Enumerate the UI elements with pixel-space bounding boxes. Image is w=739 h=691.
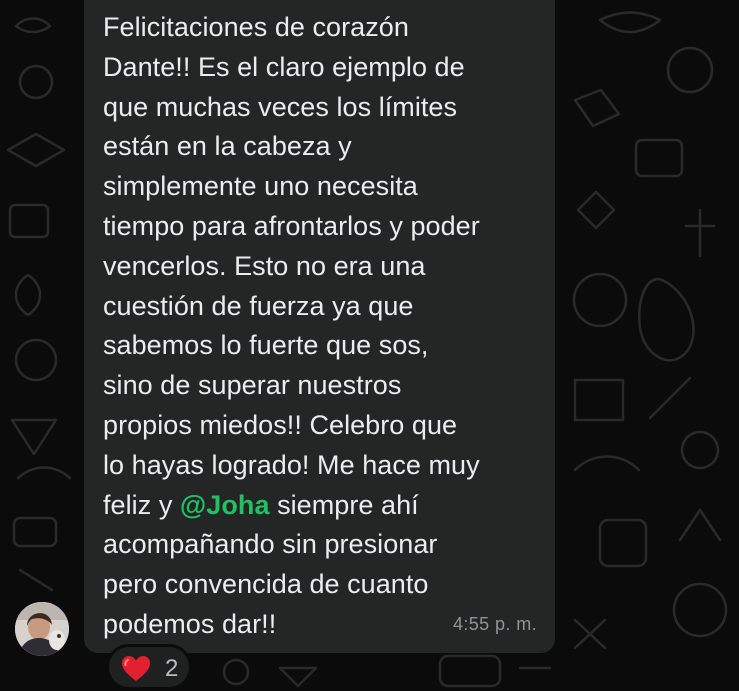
message-bubble[interactable]: Felicitaciones de corazón Dante!! Es el … <box>84 0 555 653</box>
sender-avatar[interactable] <box>15 602 69 656</box>
mention-prefix-text: feliz y <box>103 489 180 520</box>
message-timestamp: 4:55 p. m. <box>452 614 537 634</box>
red-heart-icon <box>122 656 150 681</box>
mention-suffix-text: siempre ahí <box>269 489 419 520</box>
message-line: están en la cabeza y <box>103 131 352 162</box>
message-line: lo hayas logrado! Me hace muy <box>103 449 480 480</box>
message-line: sabemos lo fuerte que sos, <box>103 330 429 361</box>
user-mention-link[interactable]: @Joha <box>180 490 270 520</box>
message-line: pero convencida de cuanto <box>103 569 429 600</box>
avatar-photo <box>15 602 69 656</box>
message-line: tiempo para afrontarlos y poder <box>103 210 480 241</box>
message-line: que muchas veces los límites <box>103 91 458 122</box>
chat-background: Felicitaciones de corazón Dante!! Es el … <box>0 0 739 691</box>
message-line: Felicitaciones de corazón <box>103 12 409 42</box>
message-text: Felicitaciones de corazón Dante!! Es el … <box>103 8 548 645</box>
message-line: acompañando sin presionar <box>103 529 438 560</box>
reaction-count: 2 <box>165 655 179 682</box>
message-line: Dante!! Es el claro ejemplo de <box>103 51 465 82</box>
message-line: cuestión de fuerza ya que <box>103 290 414 321</box>
reaction-pill[interactable]: 2 <box>106 644 192 690</box>
message-line: propios miedos!! Celebro que <box>103 409 458 440</box>
message-line: simplemente uno necesita <box>103 171 418 202</box>
message-line-with-mention: feliz y @Joha siempre ahí <box>103 486 548 526</box>
message-line: vencerlos. Esto no era una <box>103 250 426 281</box>
message-line: sino de superar nuestros <box>103 370 402 401</box>
